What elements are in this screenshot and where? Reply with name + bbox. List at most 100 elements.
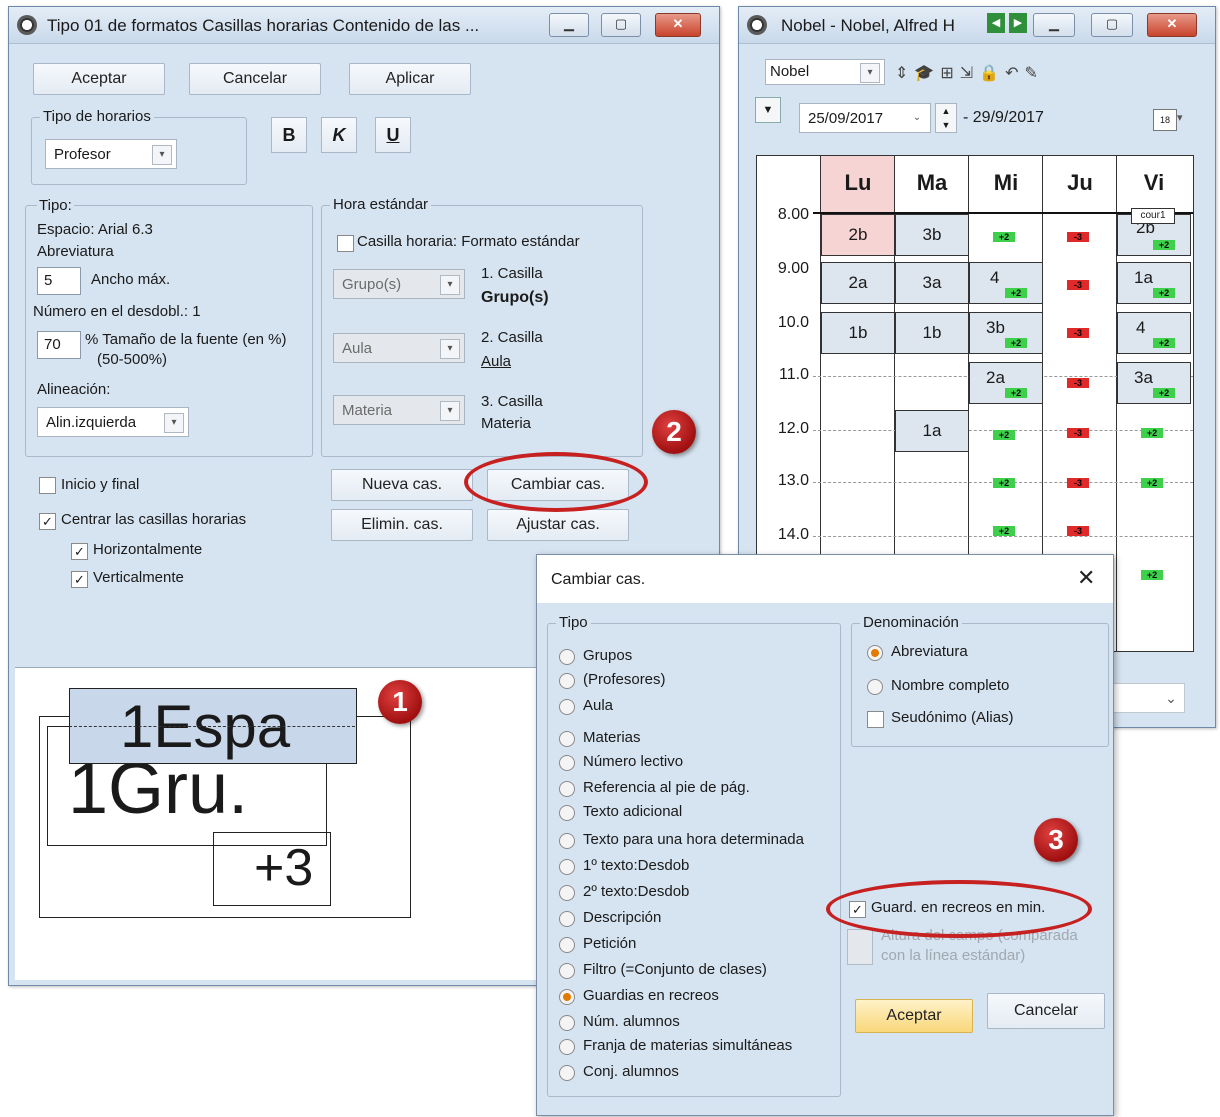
standard-format-checkbox[interactable] <box>337 235 354 252</box>
type-radio[interactable] <box>559 1065 575 1081</box>
new-cell-button[interactable]: Nueva cas. <box>331 469 473 501</box>
time-label: 13.0 <box>777 472 809 489</box>
underline-button[interactable]: U <box>375 117 411 153</box>
vertical-checkbox[interactable]: ✓ <box>71 571 88 588</box>
standard-format-label: Casilla horaria: Formato estándar <box>357 233 580 250</box>
type-label: Tipo: <box>37 197 74 214</box>
type-radio[interactable] <box>559 699 575 715</box>
font-size-label: % Tamaño de la fuente (en %) <box>85 331 287 348</box>
date-spinner[interactable]: ▲ ▼ <box>935 103 957 133</box>
type-radio[interactable] <box>559 859 575 875</box>
lesson-cell[interactable]: 1b <box>821 312 895 354</box>
alignment-select[interactable]: Alin.izquierda ▾ <box>37 407 189 437</box>
abbreviation-radio[interactable] <box>867 645 883 661</box>
type-radio[interactable] <box>559 833 575 849</box>
apply-button[interactable]: Aplicar <box>349 63 471 95</box>
calendar-dropdown-icon[interactable]: ▾ <box>1177 111 1183 124</box>
minimize-button[interactable]: ▁ <box>549 13 589 37</box>
type-radio-label: Grupos <box>583 647 633 664</box>
full-name-radio[interactable] <box>867 679 883 695</box>
time-label: 9.00 <box>777 260 809 277</box>
abbreviation-label: Abreviatura <box>891 643 968 660</box>
type-radio[interactable] <box>559 1015 575 1031</box>
horizontal-checkbox[interactable]: ✓ <box>71 543 88 560</box>
preview-room-text: 1Espa <box>120 693 291 760</box>
cancel-button[interactable]: Cancelar <box>189 63 321 95</box>
minimize-button[interactable]: ▁ <box>1033 13 1075 37</box>
close-button[interactable]: ✕ <box>655 13 701 37</box>
max-width-label: Ancho máx. <box>91 271 171 288</box>
center-checkbox[interactable]: ✓ <box>39 513 56 530</box>
bold-button[interactable]: B <box>271 117 307 153</box>
minus-marker: -3 <box>1067 280 1089 290</box>
type-radio[interactable] <box>559 673 575 689</box>
next-arrow-icon[interactable]: ▶ <box>1009 13 1027 33</box>
export-icon[interactable]: ⇲ <box>960 65 979 82</box>
lesson-cell[interactable]: 3b <box>895 214 969 256</box>
font-size-range: (50-500%) <box>97 351 168 368</box>
type-radio[interactable] <box>559 963 575 979</box>
type-radio[interactable] <box>559 781 575 797</box>
italic-button[interactable]: K <box>321 117 357 153</box>
type-radio[interactable] <box>559 805 575 821</box>
start-end-checkbox[interactable] <box>39 477 56 494</box>
prev-arrow-icon[interactable]: ◀ <box>987 13 1005 33</box>
settings-icon[interactable]: ✎ <box>1024 65 1043 82</box>
teacher-select[interactable]: Nobel ▾ <box>765 59 885 85</box>
dialog-cancel-button[interactable]: Cancelar <box>987 993 1105 1029</box>
chevron-down-icon: ▾ <box>440 401 460 421</box>
change-cell-dialog: Cambiar cas. ✕ Tipo Denominación Abrevia… <box>536 554 1114 1116</box>
type-abbrev-text: Abreviatura <box>37 243 114 260</box>
cell3-select[interactable]: Materia ▾ <box>333 395 465 425</box>
calendar-icon[interactable]: 18 <box>1153 109 1177 131</box>
type-radio[interactable] <box>559 937 575 953</box>
spinner-icon[interactable]: ⇕ <box>895 65 914 82</box>
lock-icon[interactable]: 🔒 <box>979 65 1005 82</box>
type-radio[interactable] <box>559 731 575 747</box>
time-label: 14.0 <box>777 526 809 543</box>
lesson-cell[interactable]: 2a <box>821 262 895 304</box>
grid-icon[interactable]: ⊞ <box>940 65 959 82</box>
date-from-select[interactable]: 25/09/2017 ⌄ <box>799 103 931 133</box>
lesson-cell[interactable]: 3a <box>895 262 969 304</box>
delete-cell-button[interactable]: Elimin. cas. <box>331 509 473 541</box>
full-name-label: Nombre completo <box>891 677 1010 694</box>
field-height-input[interactable] <box>847 929 873 965</box>
vertical-label: Verticalmente <box>93 569 184 586</box>
lesson-cell[interactable]: 2b <box>821 214 895 256</box>
callout-badge-3: 3 <box>1034 818 1078 862</box>
cell2-select[interactable]: Aula ▾ <box>333 333 465 363</box>
maximize-button[interactable]: ▢ <box>1091 13 1133 37</box>
close-icon[interactable]: ✕ <box>1077 565 1095 591</box>
callout-badge-2: 2 <box>652 410 696 454</box>
close-button[interactable]: ✕ <box>1147 13 1197 37</box>
type-radio[interactable] <box>559 649 575 665</box>
expand-button[interactable]: ▼ <box>755 97 781 123</box>
undo-icon[interactable]: ↶ <box>1005 65 1024 82</box>
alias-checkbox[interactable] <box>867 711 884 728</box>
schedule-type-select[interactable]: Profesor ▾ <box>45 139 177 169</box>
plus-marker: +2 <box>993 232 1015 242</box>
type-radio[interactable] <box>559 911 575 927</box>
type-radio[interactable] <box>559 755 575 771</box>
type-radio[interactable] <box>559 885 575 901</box>
dialog-accept-button[interactable]: Aceptar <box>855 999 973 1033</box>
adjust-cell-button[interactable]: Ajustar cas. <box>487 509 629 541</box>
lesson-cell[interactable]: 1b <box>895 312 969 354</box>
graduation-cap-icon[interactable]: 🎓 <box>914 65 940 82</box>
type-radio[interactable] <box>559 1039 575 1055</box>
plus-marker: +2 <box>1141 428 1163 438</box>
lesson-cell[interactable]: 1a <box>895 410 969 452</box>
type-radio[interactable] <box>559 989 575 1005</box>
minus-marker: -3 <box>1067 478 1089 488</box>
accept-button[interactable]: Aceptar <box>33 63 165 95</box>
plus-marker: +2 <box>1005 388 1027 398</box>
max-width-input[interactable]: 5 <box>37 267 81 295</box>
type-radio-label: Texto para una hora determinada <box>583 831 804 848</box>
type-radio-label: Guardias en recreos <box>583 987 719 1004</box>
cell1-select[interactable]: Grupo(s) ▾ <box>333 269 465 299</box>
font-size-input[interactable]: 70 <box>37 331 81 359</box>
type-radio-label: (Profesores) <box>583 671 666 688</box>
minus-marker: -3 <box>1067 232 1089 242</box>
maximize-button[interactable]: ▢ <box>601 13 641 37</box>
